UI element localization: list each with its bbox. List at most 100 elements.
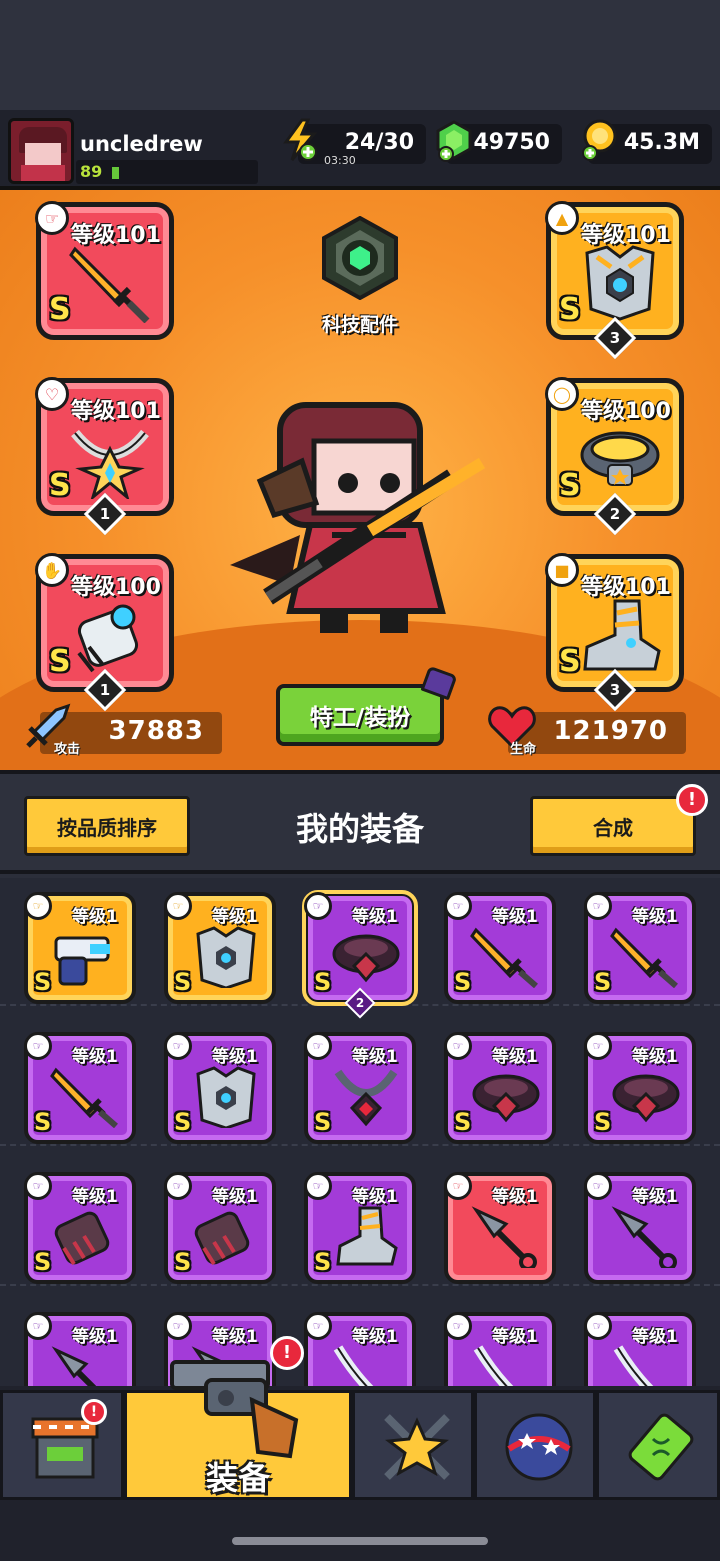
boots-icon	[583, 599, 661, 671]
inventory-item[interactable]: ☞ 等级1 S	[24, 1032, 136, 1144]
costume-button[interactable]: 特工/装扮	[276, 684, 444, 746]
energy-timer: 03:30	[324, 154, 356, 167]
sword-icon	[69, 246, 150, 323]
avatar[interactable]	[8, 118, 74, 184]
inventory-item[interactable]: ☞ 等级1 S	[304, 1032, 416, 1144]
equip-slot-weapon[interactable]: ☞ 等级101 S	[35, 201, 174, 340]
equip-slot-glove[interactable]: ✋ 等级100 S 1	[35, 553, 174, 712]
inventory-item[interactable]: ☞ 等级1	[304, 1312, 416, 1386]
item-type-icon: ☞	[444, 1032, 472, 1060]
item-type-icon: ☞	[304, 892, 332, 920]
inventory-item[interactable]: ☞ 等级1	[584, 1172, 696, 1284]
item-grade: S	[454, 1108, 472, 1136]
glove-icon	[194, 1211, 250, 1266]
item-grade: S	[594, 1108, 612, 1136]
item-type-icon: ☞	[24, 892, 52, 920]
boots-grade: S	[559, 644, 581, 679]
armor-icon	[196, 1066, 256, 1128]
nav-tab-lab[interactable]	[596, 1390, 720, 1500]
belt-grade: S	[559, 468, 581, 503]
kunai-icon	[611, 1206, 677, 1268]
inventory-item[interactable]: ☞ 等级1 S	[444, 892, 556, 1004]
item-grade: S	[454, 968, 472, 996]
item-type-icon: ☞	[444, 1312, 472, 1340]
gun-icon	[54, 936, 110, 986]
equip-slot-necklace[interactable]: ♡ 等级101 S 1	[35, 377, 174, 536]
inventory-item[interactable]: ☞ 等级1	[24, 1312, 136, 1386]
inventory-grid: ☞ 等级1 S ☞ 等级1 S ☞ 等级1 S 2 ☞ 等级1 S ☞ 等级1 S ☞ 等级1 S ☞ 等级1 S ☞ 等级1…	[0, 878, 720, 1386]
inventory-item[interactable]: ☞ 等级1 S	[24, 892, 136, 1004]
kunai-icon	[51, 1346, 97, 1386]
star-badge: 2	[344, 987, 376, 1019]
item-type-icon: ☞	[304, 1172, 332, 1200]
blade-icon	[473, 1345, 514, 1386]
item-grade: S	[34, 968, 52, 996]
inventory-item[interactable]: ☞ 等级1 S	[24, 1172, 136, 1284]
planet-icon	[505, 1413, 573, 1481]
item-type-icon: ☞	[164, 1032, 192, 1060]
inventory-item[interactable]: ☞ 等级1 S	[164, 1032, 276, 1144]
energy-bolt-icon	[283, 118, 318, 161]
item-type-icon: ☞	[584, 1032, 612, 1060]
tech-accessory-icon[interactable]	[318, 216, 402, 300]
inventory-item[interactable]: ☞ 等级1 S	[584, 892, 696, 1004]
item-type-icon: ☞	[24, 1172, 52, 1200]
capsule-icon	[628, 1413, 694, 1481]
item-type-icon: ☞	[304, 1032, 332, 1060]
item-type-icon: ☞	[164, 1312, 192, 1340]
inventory-item[interactable]: ☞ 等级1 S	[444, 1032, 556, 1144]
gem-icon	[436, 120, 472, 162]
necklace-icon	[334, 1069, 398, 1127]
item-type-icon: ☞	[164, 1172, 192, 1200]
character-stage: 科技配件 ☞ 等级101 S ♡ 等级101 S 1 ✋ 等级100 S 1 ▲…	[0, 190, 720, 770]
inventory-item[interactable]: ☞ 等级1 S 2	[302, 890, 418, 1019]
sword-icon	[610, 927, 678, 988]
health-value: 121970	[553, 716, 668, 746]
home-indicator	[232, 1537, 488, 1545]
item-grade: S	[314, 1248, 332, 1276]
player-name: uncledrew	[80, 132, 203, 156]
inventory-item[interactable]: ☞ 等级1 S	[164, 1172, 276, 1284]
armor-icon	[196, 926, 256, 988]
nav-tab-world[interactable]	[474, 1390, 596, 1500]
equip-slot-belt[interactable]: ◯ 等级100 S 2	[545, 377, 684, 536]
star-badge: 2	[593, 492, 637, 536]
merge-button[interactable]: 合成	[530, 796, 696, 856]
item-grade: S	[34, 1248, 52, 1276]
equipment-alert-badge: !	[270, 1336, 304, 1370]
glove-type-icon: ✋	[35, 553, 69, 587]
weapon-grade: S	[49, 292, 71, 327]
inventory-item[interactable]: ☞ 等级1	[584, 1312, 696, 1386]
nav-tab-talents[interactable]	[352, 1390, 474, 1500]
hero-character[interactable]	[220, 385, 500, 645]
inventory-item[interactable]: ☞ 等级1 S	[584, 1032, 696, 1144]
glove-grade: S	[49, 644, 71, 679]
inventory-item[interactable]: ☞ 等级1 S	[164, 892, 276, 1004]
equip-slot-armor[interactable]: ▲ 等级101 S 3	[545, 201, 684, 360]
attack-label: 攻击	[54, 742, 81, 757]
belt-icon	[580, 431, 660, 486]
belt-type-icon: ◯	[545, 377, 579, 411]
equip-slot-boots[interactable]: ■ 等级101 S 3	[545, 553, 684, 712]
inventory-item[interactable]: ☞ 等级1	[444, 1312, 556, 1386]
belt-icon	[332, 934, 400, 983]
necklace-type-icon: ♡	[35, 377, 69, 411]
inventory-item[interactable]: ☞ 等级1 S	[304, 1172, 416, 1284]
tech-accessory-label: 科技配件	[321, 314, 398, 336]
bottom-nav: ! 装备	[0, 1386, 720, 1561]
merge-alert-badge: !	[676, 784, 708, 816]
inventory-item[interactable]: ☞ 等级1	[444, 1172, 556, 1284]
equipment-header: 按品质排序 我的装备 合成 !	[0, 770, 720, 874]
star-badge: 1	[83, 492, 127, 536]
nav-tab-shop[interactable]: !	[0, 1390, 124, 1500]
status-bar	[0, 0, 720, 110]
item-type-icon: ☞	[24, 1312, 52, 1340]
blade-icon	[333, 1345, 374, 1386]
item-grade: S	[174, 1248, 192, 1276]
item-grade: S	[174, 968, 192, 996]
star-swords-icon	[384, 1414, 450, 1480]
coin-value: 45.3M	[623, 130, 700, 155]
item-grade: S	[314, 1108, 332, 1136]
necklace-grade: S	[49, 468, 71, 503]
glove-icon	[54, 1211, 110, 1266]
